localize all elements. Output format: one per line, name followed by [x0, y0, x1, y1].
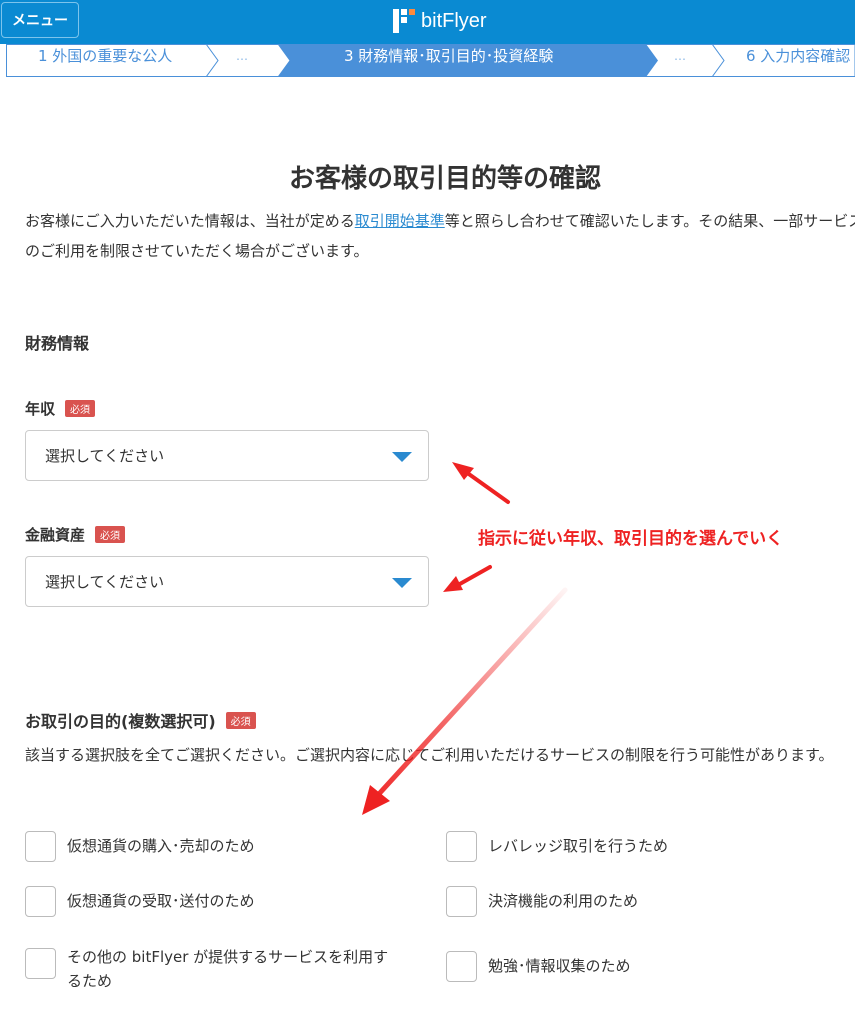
- checkbox[interactable]: [25, 831, 56, 862]
- assets-label: 金融資産 必須: [25, 524, 126, 545]
- financial-info-heading: 財務情報: [25, 334, 90, 353]
- option-label: 仮想通貨の購入･売却のため: [67, 837, 255, 855]
- intro-text-before: お客様にご入力いただいた情報は、当社が定める: [25, 212, 355, 230]
- trading-criteria-link[interactable]: 取引開始基準: [355, 212, 445, 230]
- purpose-option-leverage[interactable]: レバレッジ取引を行うため: [446, 831, 846, 862]
- trade-purpose-description: 該当する選択肢を全てご選択ください。ご選択内容に応じてご利用いただけるサービスの…: [25, 746, 834, 764]
- brand-name: bitFlyer: [421, 9, 487, 32]
- intro-text: お客様にご入力いただいた情報は、当社が定める取引開始基準等と照らし合わせて確認い…: [25, 206, 855, 266]
- trade-purpose-heading: お取引の目的(複数選択可) 必須: [25, 708, 256, 732]
- menu-button[interactable]: メニュー: [1, 2, 79, 38]
- option-label: 勉強･情報収集のため: [488, 957, 631, 975]
- instruction-annotation: 指示に従い年収、取引目的を選んでいく: [478, 529, 784, 549]
- purpose-option-receive-send[interactable]: 仮想通貨の受取･送付のため: [25, 886, 405, 917]
- option-label: レバレッジ取引を行うため: [488, 837, 669, 855]
- bitflyer-logo-icon: [393, 9, 415, 33]
- required-badge: 必須: [225, 711, 256, 729]
- arrow-to-assets-icon: [456, 565, 492, 587]
- option-label: その他の bitFlyer が提供するサービスを利用するため: [67, 948, 389, 990]
- option-label: 決済機能の利用のため: [488, 892, 639, 910]
- page-title: お客様の取引目的等の確認: [288, 164, 601, 194]
- income-label: 年収 必須: [25, 398, 96, 419]
- top-header: メニュー bitFlyer: [0, 0, 855, 44]
- step-1: 1 外国の重要な公人: [38, 47, 173, 65]
- checkbox[interactable]: [446, 951, 477, 982]
- option-label: 仮想通貨の受取･送付のため: [67, 892, 255, 910]
- bitflyer-logo[interactable]: bitFlyer: [393, 6, 487, 36]
- purpose-option-buy-sell[interactable]: 仮想通貨の購入･売却のため: [25, 831, 405, 862]
- trade-purpose-heading-text: お取引の目的(複数選択可): [25, 712, 216, 731]
- required-badge: 必須: [65, 400, 96, 417]
- checkbox[interactable]: [446, 831, 477, 862]
- checkbox[interactable]: [25, 948, 56, 979]
- purpose-option-study[interactable]: 勉強･情報収集のため: [446, 951, 846, 982]
- step-2: …: [236, 49, 248, 63]
- step-4: …: [674, 49, 686, 63]
- purpose-option-payment[interactable]: 決済機能の利用のため: [446, 886, 846, 917]
- income-select[interactable]: 選択してください: [25, 430, 429, 481]
- dropdown-triangle-icon: [392, 452, 412, 462]
- dropdown-triangle-icon: [392, 578, 412, 588]
- annotation-arrows: [362, 462, 568, 815]
- assets-select[interactable]: 選択してください: [25, 556, 429, 607]
- step-3-active: 3 財務情報･取引目的･投資経験: [344, 47, 554, 65]
- arrow-to-income-icon: [464, 470, 510, 504]
- income-label-text: 年収: [25, 400, 56, 418]
- required-badge: 必須: [95, 526, 126, 543]
- checkbox[interactable]: [25, 886, 56, 917]
- checkbox[interactable]: [446, 886, 477, 917]
- income-select-value: 選択してください: [45, 447, 165, 465]
- assets-label-text: 金融資産: [25, 526, 86, 544]
- step-6: 6 入力内容確認: [746, 47, 851, 65]
- assets-select-value: 選択してください: [45, 573, 165, 591]
- purpose-option-other-services[interactable]: その他の bitFlyer が提供するサービスを利用するため: [25, 948, 405, 993]
